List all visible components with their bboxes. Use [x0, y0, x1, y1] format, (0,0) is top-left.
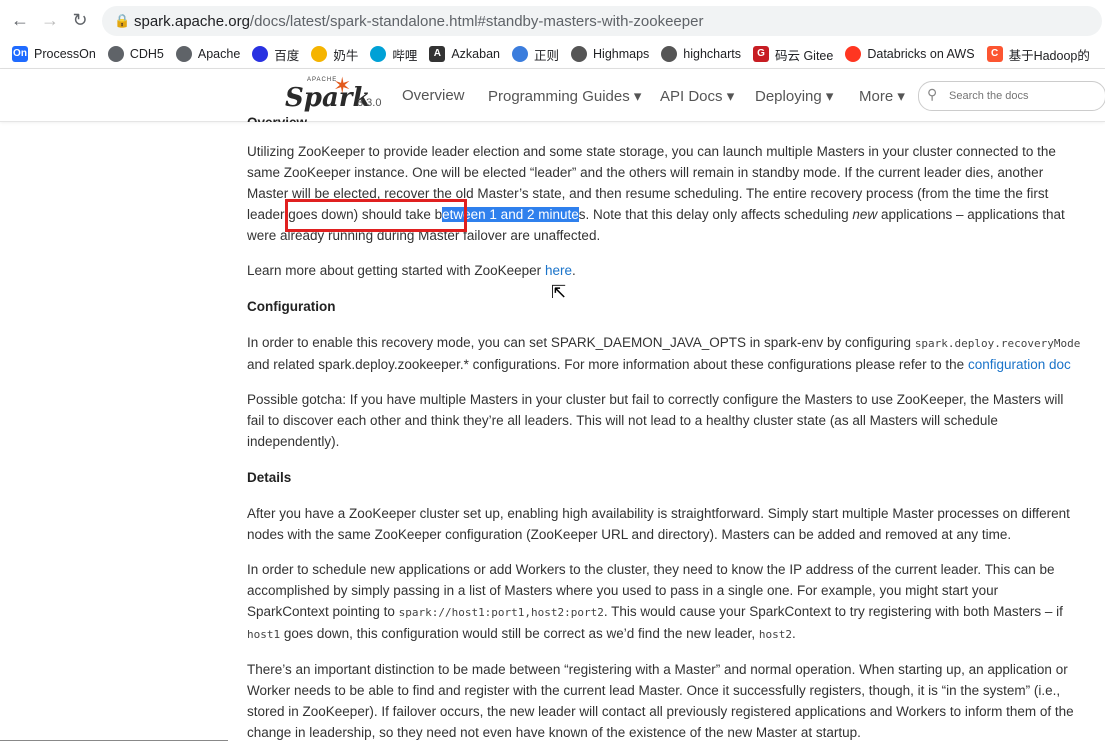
C-icon: C: [986, 46, 1003, 62]
forward-icon[interactable]: →: [39, 9, 61, 31]
address-bar[interactable]: 🔒 spark.apache.org/docs/latest/spark-sta…: [102, 6, 1102, 36]
bookmark-label: 码云 Gitee: [774, 48, 834, 63]
bookmark-label: Databricks on AWS: [867, 47, 975, 61]
nav-programming-guides[interactable]: Programming Guides ▾: [488, 87, 641, 105]
heading-configuration: Configuration: [247, 299, 336, 314]
regex-icon: [512, 46, 528, 62]
bookmark-label: Highmaps: [593, 47, 650, 61]
annotation-red-box: [285, 199, 467, 232]
nav-deploying[interactable]: Deploying ▾: [755, 87, 833, 105]
bookmark-label: CDH5: [129, 47, 164, 61]
bookmark-item[interactable]: Databricks on AWS: [845, 46, 975, 62]
bookmark-item[interactable]: 正则: [512, 45, 559, 64]
bookmark-label: 哔哩: [392, 48, 418, 63]
docs-search[interactable]: ⚲: [918, 81, 1105, 111]
db-icon: [845, 46, 862, 62]
lock-icon: 🔒: [114, 13, 131, 28]
configuration-doc-link[interactable]: configuration doc: [968, 357, 1071, 372]
reload-icon[interactable]: ↻: [69, 9, 91, 31]
version-label: 3.3.0: [357, 97, 382, 109]
bookmark-item[interactable]: CDH5: [107, 46, 164, 62]
bookmark-item[interactable]: G 码云 Gitee: [752, 45, 834, 64]
bookmark-label: Apache: [197, 47, 241, 61]
bookmark-label: ProcessOn: [34, 47, 96, 61]
mouse-cursor-icon: ⇱: [551, 282, 567, 302]
paragraph-distinction: There’s an important distinction to be m…: [247, 662, 1074, 740]
On-icon: On: [12, 46, 28, 62]
bookmark-label: 奶牛: [333, 48, 359, 63]
bookmark-item[interactable]: On ProcessOn: [12, 46, 96, 62]
bookmark-item[interactable]: 奶牛: [311, 45, 358, 64]
bookmark-item[interactable]: A Azkaban: [429, 46, 500, 62]
paragraph-gotcha: Possible gotcha: If you have multiple Ma…: [247, 392, 1064, 449]
paragraph-details: After you have a ZooKeeper cluster set u…: [247, 506, 1070, 542]
bookmark-item[interactable]: Apache: [175, 46, 241, 62]
bookmark-label: highcharts: [683, 47, 741, 61]
heading-details: Details: [247, 470, 292, 485]
nav-api-docs[interactable]: API Docs ▾: [660, 87, 734, 105]
docs-navbar: APACHE Spark ✶ 3.3.0 Overview Programmin…: [0, 69, 1105, 122]
search-input[interactable]: [947, 86, 1101, 106]
caret-down-icon: ▾: [726, 88, 735, 105]
A-icon: A: [429, 46, 446, 62]
globe-icon: [175, 46, 192, 62]
chart-icon: [571, 46, 588, 62]
cow-icon: [311, 46, 328, 62]
bookmark-label: 正则: [534, 48, 560, 63]
bookmark-label: Azkaban: [451, 47, 500, 61]
bookmarks-bar: On ProcessOn CDH5 Apache 百度 奶牛 哔哩 A Azkaban 正则 Hig…: [0, 40, 1105, 69]
paragraph-learn-more: Learn more about getting started with Zo…: [247, 263, 576, 278]
G-icon: G: [752, 46, 769, 62]
caret-down-icon: ▾: [897, 88, 905, 105]
search-icon: ⚲: [927, 86, 938, 102]
browser-toolbar: ← → ↻ 🔒 spark.apache.org/docs/latest/spa…: [0, 0, 1105, 40]
chart-icon: [661, 46, 678, 62]
caret-down-icon: ▾: [633, 88, 642, 105]
nav-overview[interactable]: Overview: [402, 87, 465, 104]
spark-logo[interactable]: APACHE Spark ✶ 3.3.0: [285, 73, 395, 115]
here-link[interactable]: here: [545, 263, 572, 278]
bookmark-item[interactable]: C 基于Hadoop的: [986, 45, 1090, 64]
url-text: spark.apache.org/docs/latest/spark-stand…: [134, 13, 704, 30]
cut-off-heading: Overview: [247, 112, 307, 122]
bookmark-item[interactable]: 百度: [252, 45, 299, 64]
bookmark-item[interactable]: 哔哩: [370, 45, 417, 64]
divider: [0, 740, 228, 741]
paw-icon: [252, 46, 269, 62]
bookmark-label: 百度: [274, 48, 300, 63]
spark-star-icon: ✶: [333, 73, 352, 98]
back-icon[interactable]: ←: [9, 9, 31, 31]
bookmark-label: 基于Hadoop的: [1008, 48, 1090, 63]
caret-down-icon: ▾: [825, 88, 834, 105]
nav-more[interactable]: More ▾: [859, 87, 905, 105]
tv-icon: [370, 46, 387, 62]
paragraph-configuration: In order to enable this recovery mode, y…: [247, 335, 1081, 372]
bookmark-item[interactable]: Highmaps: [571, 46, 649, 62]
paragraph-schedule: In order to schedule new applications or…: [247, 562, 1063, 641]
bookmark-item[interactable]: highcharts: [661, 46, 741, 62]
globe-icon: [107, 46, 124, 62]
